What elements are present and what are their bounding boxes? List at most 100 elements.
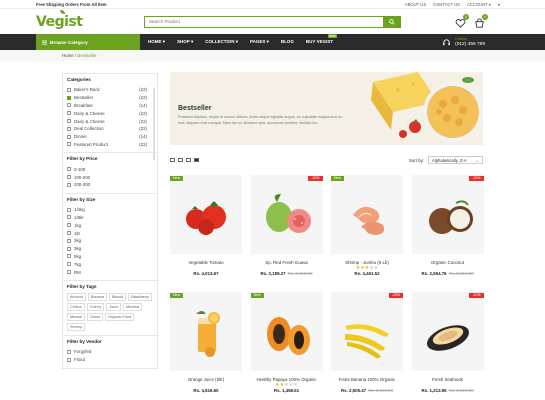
product-card[interactable]: New Orange Juice (5ltr) Rs. 4,816.60 <box>170 292 242 393</box>
checkbox[interactable] <box>67 246 71 251</box>
checkbox[interactable] <box>67 270 71 275</box>
product-card[interactable]: New Healthy Papaya 100% Organic ★★★★★ Rs. 1… <box>250 292 323 393</box>
tag-chip[interactable]: Minimal <box>123 302 143 311</box>
checkbox[interactable] <box>67 126 71 131</box>
category-item[interactable]: Baker's Rack (22) <box>67 86 153 94</box>
product-image[interactable]: -20% <box>411 175 484 254</box>
checkbox[interactable] <box>67 182 71 187</box>
wishlist-button[interactable]: 0 <box>455 14 469 28</box>
product-image[interactable]: New <box>250 292 323 371</box>
tag-chip[interactable]: Shrimp <box>67 322 86 331</box>
price-option[interactable]: 0-100 <box>67 165 153 173</box>
checkbox[interactable] <box>67 134 71 139</box>
category-item[interactable]: Dairy & Cheese (22) <box>67 117 153 125</box>
category-item[interactable]: Dairy & Cheese (22) <box>67 109 153 117</box>
checkbox[interactable] <box>67 254 71 259</box>
checkbox[interactable] <box>67 357 71 362</box>
nav-shop[interactable]: SHOP ▾ <box>177 39 193 45</box>
size-option[interactable]: 3kg <box>67 245 153 253</box>
checkbox[interactable] <box>67 87 71 92</box>
list-view-icon[interactable] <box>170 158 175 162</box>
product-name[interactable]: Fruits Banana 100% Organic <box>331 377 403 382</box>
size-option[interactable]: 1/4kg <box>67 206 153 214</box>
size-option[interactable]: RM <box>67 268 153 276</box>
tag-chip[interactable]: Cherry <box>86 302 105 311</box>
product-image[interactable]: New <box>170 175 242 254</box>
product-image[interactable]: -20% <box>331 292 403 371</box>
category-item[interactable]: Bestseller (22) <box>67 94 153 102</box>
size-option[interactable]: 1/8kr <box>67 214 153 222</box>
checkbox[interactable] <box>67 207 71 212</box>
price-option[interactable]: 100-200 <box>67 173 153 181</box>
nav-collection[interactable]: COLLECTION ▾ <box>205 39 238 45</box>
price-list: 0-100 100-200 200-300 <box>67 165 153 188</box>
vendor-option[interactable]: Fitout <box>67 356 153 364</box>
price-title: Filter by Price <box>67 156 98 162</box>
grid-3-icon[interactable] <box>186 158 191 162</box>
checkbox[interactable] <box>67 349 71 354</box>
product-card[interactable]: -32% Sp. Red Fresh Guava Rs. 2,189.27 Rs. 3… <box>250 175 323 276</box>
size-option[interactable]: 1kg <box>67 221 153 229</box>
more-link[interactable]: ▾ <box>498 2 500 7</box>
checkbox[interactable] <box>67 167 71 172</box>
size-option[interactable]: 5kg <box>67 253 153 261</box>
product-image[interactable]: -32% <box>250 175 323 254</box>
tag-chip[interactable]: Onion <box>87 312 104 321</box>
nav-buy-vegist[interactable]: BUY VEGIST NEW <box>306 34 338 45</box>
product-image[interactable]: -10% <box>411 292 484 371</box>
tag-chip[interactable]: Mussel <box>67 312 86 321</box>
checkbox[interactable] <box>67 111 71 116</box>
category-item[interactable]: Dinner (14) <box>67 133 153 141</box>
tag-chip[interactable]: Organic Food <box>105 312 135 321</box>
checkbox[interactable] <box>67 238 71 243</box>
size-option[interactable]: 1ltr <box>67 229 153 237</box>
tag-chip[interactable]: Blackberry <box>128 292 153 301</box>
size-option[interactable]: 7kg <box>67 260 153 268</box>
checkbox[interactable] <box>67 175 71 180</box>
categories-title: Categories <box>67 77 91 82</box>
checkbox[interactable] <box>67 119 71 124</box>
product-image[interactable]: New <box>170 292 242 371</box>
tag-chip[interactable]: Biscuit <box>108 292 127 301</box>
product-toolbar: Sort by: Alphabetically, Z-A ⌄ <box>170 155 483 165</box>
checkbox[interactable] <box>67 142 71 147</box>
contact-link[interactable]: CONTACT US <box>433 2 460 7</box>
about-link[interactable]: ABOUT US <box>405 2 426 7</box>
checkbox[interactable] <box>67 223 71 228</box>
tag-chip[interactable]: Banana <box>87 292 107 301</box>
price-option[interactable]: 200-300 <box>67 181 153 189</box>
breadcrumb-home[interactable]: Home <box>62 53 74 58</box>
product-card[interactable]: -20% Fruits Banana 100% Organic Rs. 2,505.… <box>331 292 403 393</box>
product-card[interactable]: New Shrimp - Jumbo (6 Lb) ★★★★★ Rs. 4,461.5… <box>331 175 403 276</box>
checkbox[interactable] <box>67 262 71 267</box>
tag-chip[interactable]: Chikoo <box>67 302 85 311</box>
product-image[interactable]: New <box>331 175 403 254</box>
categories-scrollbar[interactable] <box>153 88 155 160</box>
sort-select[interactable]: Alphabetically, Z-A ⌄ <box>428 156 483 164</box>
category-item[interactable]: Breakfast (14) <box>67 102 153 110</box>
grid-2-icon[interactable] <box>178 158 183 162</box>
vendor-option[interactable]: Forgyfed <box>67 348 153 356</box>
cart-button[interactable]: 0 <box>474 14 488 28</box>
grid-4-icon[interactable] <box>194 158 199 162</box>
nav-blog[interactable]: BLOG <box>281 39 294 45</box>
checkbox[interactable] <box>67 215 71 220</box>
search-input[interactable] <box>145 16 383 27</box>
checkbox[interactable] <box>67 231 71 236</box>
product-card[interactable]: -10% Fresh Seafoods Rs. 1,213.95 Rs. 3,210.… <box>411 292 484 393</box>
checkbox[interactable] <box>67 95 71 100</box>
product-card[interactable]: -20% Organic Coconut Rs. 2,554.76 Rs. 3,210… <box>411 175 484 276</box>
category-item[interactable]: Deal Collection (22) <box>67 125 153 133</box>
category-item[interactable]: Featured Product (22) <box>67 141 153 149</box>
tag-chip[interactable]: Almond <box>67 292 86 301</box>
size-option[interactable]: 2kg <box>67 237 153 245</box>
browse-category-button[interactable]: Browse Category <box>36 34 140 50</box>
search-button[interactable] <box>383 16 400 27</box>
checkbox[interactable] <box>67 103 71 108</box>
product-card[interactable]: New Vegetable Tomato Rs. 4,013.67 <box>170 175 242 276</box>
tag-chip[interactable]: Juice <box>106 302 122 311</box>
nav-pages[interactable]: PAGES ▾ <box>250 39 269 45</box>
logo[interactable]: Vegist <box>36 9 144 30</box>
nav-home[interactable]: HOME ▾ <box>148 39 165 45</box>
account-link[interactable]: ACCOUNT ▾ <box>467 2 491 7</box>
